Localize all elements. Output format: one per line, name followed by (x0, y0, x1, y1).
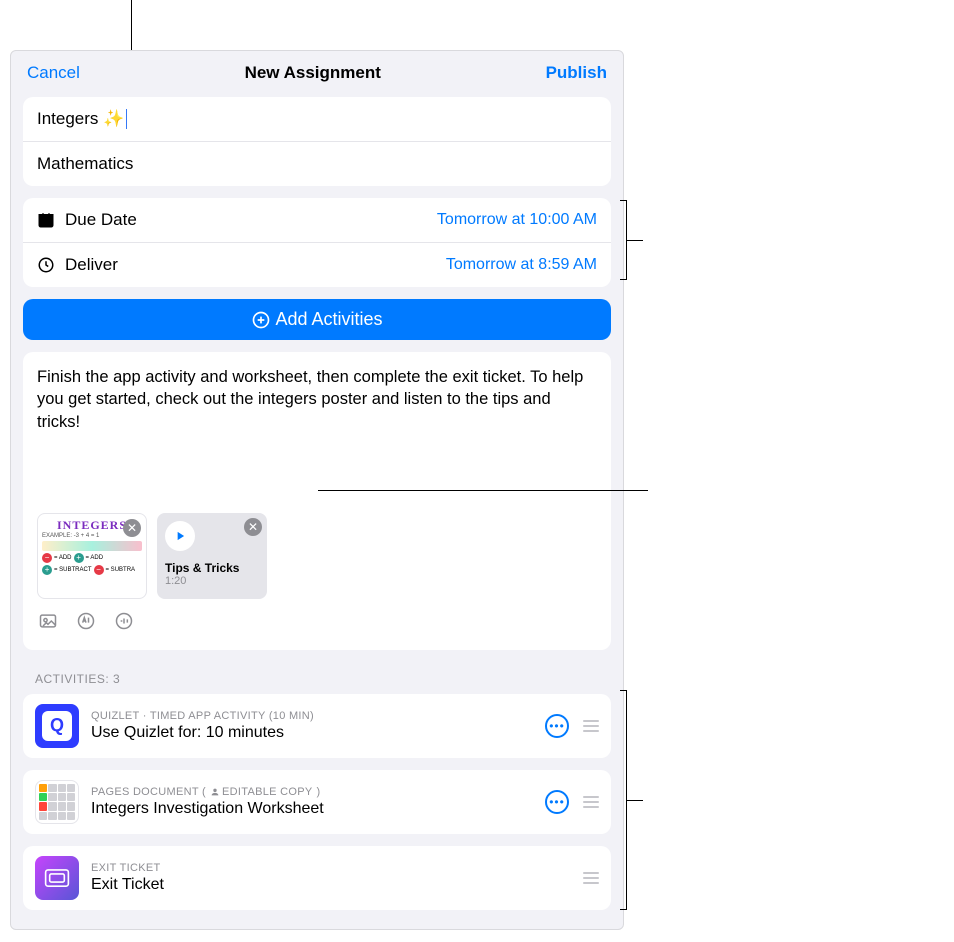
instructions-section: Finish the app activity and worksheet, t… (23, 352, 611, 650)
exit-ticket-icon (35, 856, 79, 900)
text-cursor (126, 109, 127, 129)
callout-line (131, 0, 132, 50)
due-date-label: Due Date (65, 210, 137, 230)
activity-row[interactable]: EXIT TICKET Exit Ticket (23, 846, 611, 910)
attachment-poster[interactable]: ✕ INTEGERS EXAMPLE: -3 + 4 = 1 −= ADD +=… (37, 513, 147, 599)
pages-document-icon (35, 780, 79, 824)
cancel-button[interactable]: Cancel (27, 63, 80, 83)
person-icon (210, 787, 220, 797)
clock-icon (37, 256, 55, 274)
audio-duration: 1:20 (165, 575, 259, 587)
activities-header: ACTIVITIES: 3 (35, 672, 599, 686)
activity-meta: PAGES DOCUMENT ( EDITABLE COPY ) (91, 786, 533, 798)
quizlet-app-icon: Q (35, 704, 79, 748)
poster-ops: −= ADD += ADD += SUBTRACT −= SUBTRA (42, 553, 142, 575)
calendar-icon (37, 211, 55, 229)
activity-row[interactable]: Q QUIZLET · TIMED APP ACTIVITY (10 MIN) … (23, 694, 611, 758)
attachment-toolbar (37, 611, 597, 636)
attachments-row: ✕ INTEGERS EXAMPLE: -3 + 4 = 1 −= ADD +=… (37, 513, 597, 599)
deliver-row[interactable]: Deliver Tomorrow at 8:59 AM (23, 243, 611, 287)
poster-numberline (42, 541, 142, 551)
activity-title: Use Quizlet for: 10 minutes (91, 724, 533, 742)
deliver-value[interactable]: Tomorrow at 8:59 AM (446, 256, 597, 274)
plus-circle-icon (251, 310, 271, 330)
remove-attachment-icon[interactable]: ✕ (244, 518, 262, 536)
page-title: New Assignment (245, 63, 381, 83)
insert-drawing-icon[interactable] (75, 611, 97, 636)
assignment-name-field[interactable]: Integers ✨ (23, 97, 611, 142)
activity-more-button[interactable]: ••• (545, 790, 569, 814)
activity-title: Exit Ticket (91, 876, 571, 894)
play-icon[interactable] (165, 521, 195, 551)
instructions-text[interactable]: Finish the app activity and worksheet, t… (37, 366, 597, 433)
callout-line (318, 490, 648, 491)
class-field[interactable]: Mathematics (23, 142, 611, 186)
activity-meta: EXIT TICKET (91, 862, 571, 874)
assignment-name-value: Integers ✨ (37, 109, 124, 129)
publish-button[interactable]: Publish (546, 63, 607, 83)
drag-handle-icon[interactable] (583, 872, 599, 884)
activity-meta: QUIZLET · TIMED APP ACTIVITY (10 MIN) (91, 710, 533, 722)
insert-audio-icon[interactable] (113, 611, 135, 636)
drag-handle-icon[interactable] (583, 796, 599, 808)
due-date-row[interactable]: Due Date Tomorrow at 10:00 AM (23, 198, 611, 243)
schedule-section: Due Date Tomorrow at 10:00 AM Deliver To… (23, 198, 611, 287)
navbar: Cancel New Assignment Publish (11, 51, 623, 91)
activity-more-button[interactable]: ••• (545, 714, 569, 738)
add-activities-button[interactable]: Add Activities (23, 299, 611, 340)
audio-title: Tips & Tricks (165, 561, 259, 575)
activity-title: Integers Investigation Worksheet (91, 800, 533, 818)
activity-row[interactable]: PAGES DOCUMENT ( EDITABLE COPY ) Integer… (23, 770, 611, 834)
drag-handle-icon[interactable] (583, 720, 599, 732)
add-activities-label: Add Activities (275, 309, 382, 330)
callout-line (627, 800, 643, 801)
editable-copy-badge: EDITABLE COPY (210, 786, 313, 798)
title-class-section: Integers ✨ Mathematics (23, 97, 611, 186)
insert-image-icon[interactable] (37, 611, 59, 636)
callout-line (627, 240, 643, 241)
deliver-label: Deliver (65, 255, 118, 275)
attachment-audio[interactable]: ✕ Tips & Tricks 1:20 (157, 513, 267, 599)
due-date-value[interactable]: Tomorrow at 10:00 AM (437, 211, 597, 229)
remove-attachment-icon[interactable]: ✕ (123, 519, 141, 537)
class-value: Mathematics (37, 154, 133, 174)
